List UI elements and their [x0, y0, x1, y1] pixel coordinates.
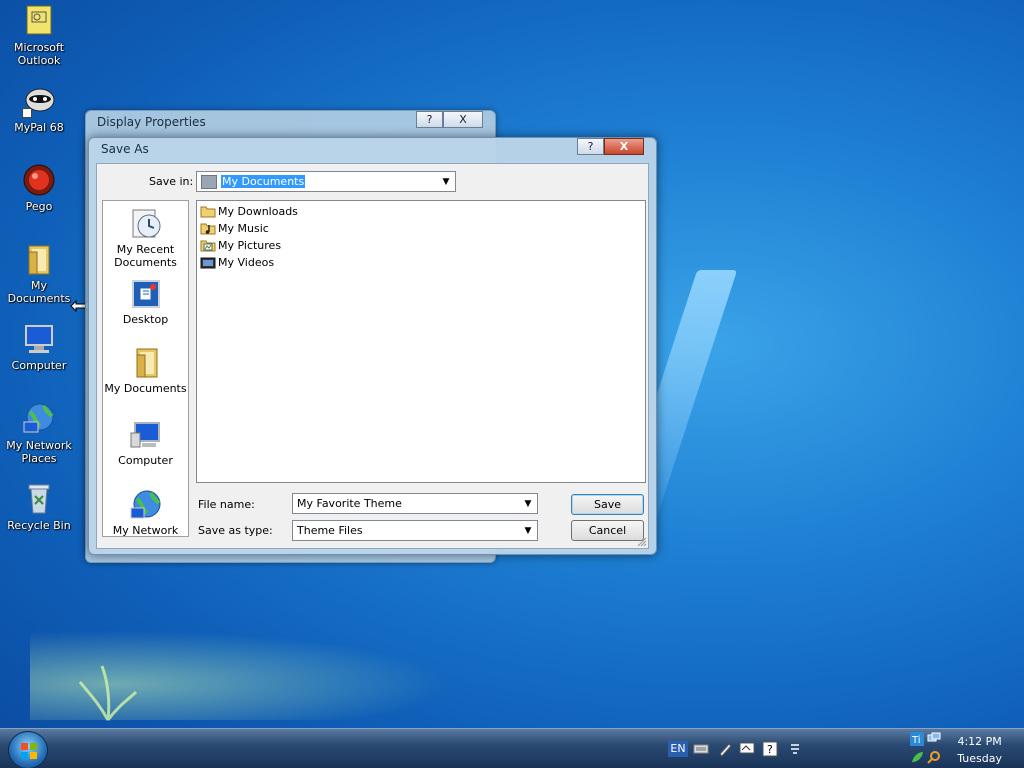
place-label: Computer [118, 454, 173, 467]
desktop-icon-my-documents[interactable]: My Documents [4, 242, 74, 305]
recycle-bin-icon [22, 482, 56, 516]
window-title: Display Properties [97, 115, 206, 129]
chevron-down-icon[interactable]: ▼ [519, 499, 537, 509]
shortcut-arrow-icon [22, 108, 32, 118]
save-type-value: Theme Files [297, 524, 363, 537]
desktop-icon-label: MyPal 68 [14, 121, 64, 134]
close-button[interactable]: X [443, 111, 483, 128]
list-item[interactable]: My Pictures [200, 237, 281, 253]
list-item[interactable]: My Videos [200, 254, 274, 270]
save-in-combo[interactable]: My Documents ▼ [196, 171, 456, 192]
desktop-icon-label: My Network Places [6, 439, 72, 465]
file-name: My Pictures [218, 238, 282, 252]
file-name: My Music [218, 221, 269, 235]
place-label: My Network [112, 524, 179, 537]
dialog-title: Save As [101, 142, 149, 156]
desktop-icon [129, 278, 163, 310]
tablet-input-icon[interactable]: Ti [910, 732, 924, 746]
computer-icon [129, 419, 163, 451]
place-label: My Recent Documents [114, 243, 177, 269]
file-name-input[interactable]: My Favorite Theme ▼ [292, 493, 538, 514]
pego-icon [22, 163, 56, 197]
help-button[interactable]: ? [416, 111, 443, 128]
wallpaper-leaf [78, 665, 138, 721]
places-bar: My Recent Documents Desktop My Documents… [102, 200, 189, 537]
desktop-icon-label: Recycle Bin [7, 519, 71, 532]
desktop-icon-pego[interactable]: Pego [4, 163, 74, 213]
list-item[interactable]: My Music [200, 220, 269, 236]
svg-text:Ti: Ti [911, 735, 921, 746]
place-my-documents[interactable]: My Documents [103, 347, 188, 395]
music-folder-icon [200, 223, 216, 234]
help-button[interactable]: ? [577, 138, 604, 155]
place-label: My Documents [104, 382, 187, 395]
pen-icon[interactable] [717, 741, 733, 757]
desktop-icon-label: My Documents [7, 279, 71, 305]
folder-icon [200, 206, 216, 217]
list-item[interactable]: My Downloads [200, 203, 298, 219]
taskbar: EN ? Ti 4:12 PM Tuesday [0, 728, 1024, 768]
file-name-value: My Favorite Theme [297, 497, 402, 510]
clock[interactable]: 4:12 PM Tuesday [957, 733, 1002, 767]
desktop-icon-label: Microsoft Outlook [13, 41, 65, 67]
options-icon[interactable] [787, 741, 803, 757]
save-type-select[interactable]: Theme Files ▼ [292, 520, 538, 541]
network-globe-icon [22, 402, 56, 436]
outlook-icon [22, 4, 56, 38]
desktop-icon-mypal[interactable]: MyPal 68 [4, 84, 74, 134]
place-recent-documents[interactable]: My Recent Documents [103, 208, 188, 269]
file-list[interactable]: My Downloads My Music My Pictures My Vid… [196, 200, 646, 483]
resize-grip-icon[interactable] [637, 537, 647, 547]
file-name: My Downloads [218, 204, 298, 218]
language-indicator[interactable]: EN [668, 741, 688, 757]
windows-logo-icon [21, 743, 37, 759]
folder-documents-icon [22, 242, 56, 276]
save-type-label: Save as type: [198, 524, 273, 537]
folder-icon [201, 174, 217, 189]
start-button[interactable] [8, 731, 48, 768]
desktop-icon-network[interactable]: My Network Places [4, 402, 74, 465]
keyboard-icon[interactable] [693, 741, 709, 757]
desktop-icon-label: Computer [11, 359, 67, 372]
save-as-dialog[interactable]: Save As ? X Save in: My Documents ▼ My R… [88, 137, 657, 555]
dialog-client-area: Save in: My Documents ▼ My Recent Docume… [96, 163, 649, 549]
clock-time: 4:12 PM [957, 735, 1002, 748]
save-in-label: Save in: [149, 175, 194, 188]
help-icon[interactable]: ? [762, 741, 778, 757]
desktop-icon-outlook[interactable]: Microsoft Outlook [4, 4, 74, 67]
videos-folder-icon [200, 257, 216, 268]
place-my-network[interactable]: My Network [103, 489, 188, 537]
recent-documents-icon [129, 208, 163, 240]
computer-icon [22, 322, 56, 356]
save-button[interactable]: Save [571, 494, 644, 515]
cancel-button[interactable]: Cancel [571, 520, 644, 541]
chevron-down-icon[interactable]: ▼ [519, 526, 537, 536]
place-desktop[interactable]: Desktop [103, 278, 188, 326]
place-label: Desktop [122, 313, 169, 326]
save-in-value: My Documents [221, 175, 306, 188]
desktop-icon-computer[interactable]: Computer [4, 322, 74, 372]
network-globe-icon [129, 489, 163, 521]
folder-documents-icon [129, 347, 163, 379]
leaf-tray-icon[interactable] [910, 750, 924, 764]
desktop-icon-label: Pego [25, 200, 53, 213]
place-computer[interactable]: Computer [103, 419, 188, 467]
network-tray-icon[interactable] [927, 732, 941, 746]
desktop-icon-recycle-bin[interactable]: Recycle Bin [4, 482, 74, 532]
pictures-folder-icon [200, 240, 216, 251]
svg-text:?: ? [767, 743, 773, 756]
display-settings-icon[interactable] [739, 741, 755, 757]
search-icon[interactable] [927, 750, 941, 764]
mypal-icon [22, 84, 56, 118]
clock-day: Tuesday [957, 752, 1002, 765]
file-name-label: File name: [198, 498, 255, 511]
chevron-down-icon[interactable]: ▼ [437, 177, 455, 187]
file-name: My Videos [218, 255, 275, 269]
close-button[interactable]: X [604, 138, 644, 155]
